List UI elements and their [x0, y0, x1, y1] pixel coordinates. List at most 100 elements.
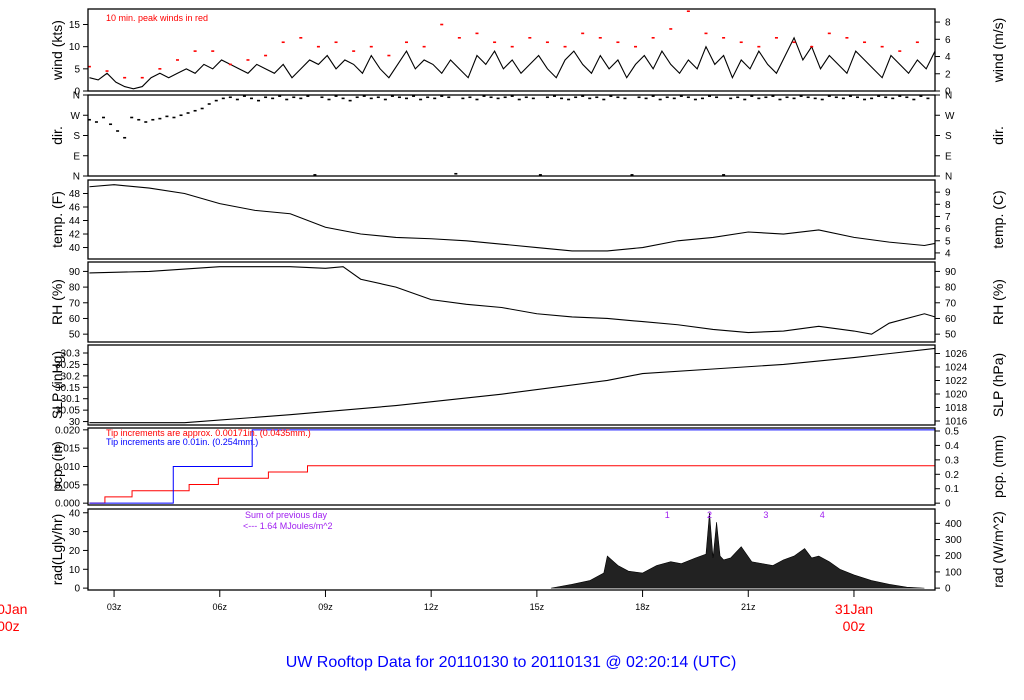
x-tick-label: 09z — [318, 602, 333, 612]
direction-point — [144, 121, 148, 123]
left-tick-label: 60 — [69, 314, 81, 325]
direction-point — [172, 116, 176, 119]
panel-dir: NESWNNESWNdir. dir. — [49, 91, 1006, 183]
direction-point — [623, 97, 627, 100]
right-tick-label: 1024 — [945, 363, 968, 374]
right-tick-label: 7 — [945, 212, 951, 223]
direction-point — [264, 96, 268, 99]
peak-point — [264, 54, 268, 57]
direction-point — [693, 98, 697, 101]
precip-fine-line — [89, 465, 935, 504]
right-tick-label: 8 — [945, 18, 951, 29]
direction-point — [884, 96, 888, 99]
peak-point — [634, 45, 638, 48]
chart-title: UW Rooftop Data for 20110130 to 20110131… — [286, 654, 737, 671]
direction-point — [757, 97, 761, 100]
panel-pcp: 0.0000.0050.0100.0150.02000.10.20.30.40.… — [49, 425, 1006, 509]
direction-point — [249, 97, 253, 100]
left-tick-label: N — [73, 91, 80, 102]
left-tick-label: 50 — [69, 330, 81, 341]
peak-point — [880, 45, 884, 48]
panel-frame — [87, 94, 936, 177]
left-axis-label: rad(Lgly/hr) — [49, 514, 65, 586]
peak-point — [722, 37, 726, 39]
direction-point — [454, 172, 458, 175]
direction-point — [863, 98, 867, 101]
direction-point — [806, 96, 810, 99]
direction-point — [123, 136, 127, 139]
direction-point — [792, 97, 796, 100]
direction-point — [820, 98, 824, 101]
left-tick-label: 10 — [69, 42, 81, 53]
peak-point — [563, 45, 567, 48]
direction-point — [292, 96, 296, 99]
relative-humidity-line — [89, 266, 935, 335]
left-axis-label: SLP (inHg) — [49, 351, 65, 419]
panel-frame — [87, 8, 936, 92]
x-tick-label: 31Jan — [835, 601, 873, 617]
direction-point — [531, 97, 535, 100]
temperature-line — [89, 184, 935, 252]
left-tick-label: 0.020 — [55, 425, 80, 436]
panels: 05101502468wind (kts) wind (m/s)10 min. p… — [49, 8, 1006, 595]
x-tick-label: 03z — [107, 602, 122, 612]
left-tick-label: 40 — [69, 508, 81, 519]
x-tick-label: 18z — [635, 602, 650, 612]
peak-point — [158, 68, 162, 70]
x-tick-label: 12z — [424, 602, 439, 612]
right-tick-label: 0.1 — [945, 484, 959, 495]
left-tick-label: 90 — [69, 267, 81, 278]
right-tick-label: 0 — [945, 584, 951, 595]
wind-line — [89, 36, 935, 90]
peak-point — [457, 37, 461, 39]
peak-point — [440, 23, 444, 26]
peak-point — [475, 32, 479, 35]
x-axis: 03z06z09z12z15z18z21z31Jan00z30Jan00z — [0, 590, 873, 634]
peak-point — [757, 45, 761, 48]
peak-point — [774, 37, 778, 39]
direction-point — [207, 103, 211, 105]
right-tick-label: 0 — [945, 499, 951, 510]
direction-point — [228, 96, 232, 99]
direction-point — [567, 98, 571, 101]
direction-point — [165, 115, 169, 118]
panel-wind: 05101502468wind (kts) wind (m/s)10 min. p… — [49, 8, 1006, 98]
x-tick-label: 21z — [741, 602, 756, 612]
peak-point — [352, 50, 356, 52]
direction-point — [179, 114, 183, 117]
direction-point — [397, 96, 401, 99]
direction-point — [151, 118, 155, 121]
right-tick-label: 6 — [945, 35, 951, 46]
radiation-area — [550, 512, 925, 589]
right-axis-label: temp. (C) — [990, 190, 1006, 248]
direction-point — [764, 96, 768, 99]
direction-point — [419, 98, 423, 101]
direction-point — [376, 96, 380, 99]
direction-point — [813, 97, 817, 100]
x-start-label: 30Jan — [0, 601, 27, 617]
right-tick-label: 200 — [945, 551, 962, 562]
right-tick-label: 0.5 — [945, 426, 959, 437]
right-tick-label: 2 — [945, 69, 951, 80]
direction-point — [686, 96, 690, 99]
panel-frame — [87, 179, 936, 260]
direction-point — [186, 112, 190, 114]
left-tick-label: 15 — [69, 20, 81, 31]
panel-rh: 50 60 70 80 90 50 60 70 80 90 RH (%) RH (%) — [49, 261, 1006, 343]
direction-point — [320, 96, 324, 99]
right-tick-label: N — [945, 172, 952, 183]
right-tick-label: W — [945, 111, 955, 122]
annotation: 10 min. peak winds in red — [106, 13, 208, 23]
direction-point — [637, 96, 641, 99]
right-tick-label: 0.3 — [945, 455, 959, 466]
peak-point — [281, 41, 285, 44]
peak-point — [246, 59, 250, 61]
direction-point — [433, 97, 437, 100]
right-tick-label: 1026 — [945, 349, 968, 360]
left-tick-label: 42 — [69, 230, 81, 241]
peak-point — [387, 54, 391, 57]
peak-point — [898, 50, 902, 52]
peak-point — [528, 37, 532, 39]
right-axis-label: dir. — [990, 126, 1006, 145]
left-tick-label: 5 — [74, 64, 80, 75]
